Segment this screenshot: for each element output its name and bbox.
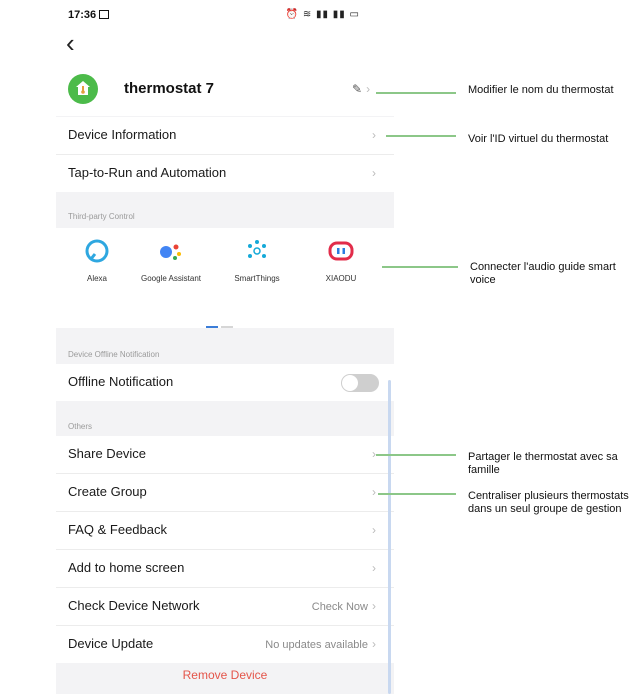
update-status-value: No updates available	[265, 639, 368, 651]
annotation-audio-guide: Connecter l'audio guide smart voice	[470, 261, 616, 286]
remove-device-button[interactable]: Remove Device	[56, 668, 394, 682]
annotation-line-virtual-id	[386, 135, 456, 137]
xiaodu-label: XIAODU	[325, 274, 357, 283]
smartthings-icon	[248, 240, 266, 258]
chevron-right-icon: ›	[372, 485, 376, 499]
house-icon	[76, 81, 90, 95]
offline-section-label: Device Offline Notification	[68, 350, 160, 359]
add-home-screen-row[interactable]: Add to home screen ›	[56, 550, 394, 587]
annotation-line-share	[376, 454, 456, 456]
offline-notification-label: Offline Notification	[68, 374, 174, 389]
chevron-right-icon: ›	[372, 128, 376, 142]
scrollbar[interactable]	[388, 380, 391, 694]
share-device-row[interactable]: Share Device ›	[56, 436, 394, 473]
alexa-icon	[85, 239, 109, 263]
others-section-label: Others	[68, 422, 93, 431]
device-header: thermostat 7 ✎ ›	[56, 68, 394, 116]
xiaodu-item[interactable]: XIAODU	[306, 238, 376, 284]
pencil-icon: ✎	[352, 82, 363, 96]
third-party-section-label: Third-party Control	[68, 212, 135, 221]
chevron-right-icon: ›	[372, 637, 376, 651]
back-icon[interactable]: ‹	[66, 30, 75, 56]
annotation-line-audio-guide	[382, 266, 458, 268]
annotation-line-rename	[376, 92, 456, 94]
status-icons: ⏰ ≋ ▮▮ ▮▮ ▭	[285, 9, 360, 20]
device-update-label: Device Update	[68, 636, 154, 651]
alexa-label: Alexa	[86, 274, 107, 283]
create-group-label: Create Group	[68, 484, 147, 499]
offline-notification-toggle[interactable]	[341, 374, 379, 392]
annotation-rename: Modifier le nom du thermostat	[468, 84, 614, 96]
offline-notification-row: Offline Notification	[56, 364, 394, 401]
device-update-row[interactable]: Device Update No updates available ›	[56, 626, 394, 663]
thermostat-icon	[68, 74, 98, 104]
edit-name-button[interactable]: ✎ ›	[352, 82, 370, 96]
faq-feedback-row[interactable]: FAQ & Feedback ›	[56, 512, 394, 549]
annotation-group: Centraliser plusieurs thermostats dans u…	[468, 490, 629, 515]
third-party-panel: Alexa Google Assistant SmartThings XIAOD…	[56, 228, 394, 328]
chevron-right-icon: ›	[372, 166, 376, 180]
phone-screen: 17:36 ⏰ ≋ ▮▮ ▮▮ ▭ ‹ thermostat 7 ✎ › Devi…	[56, 0, 394, 694]
chevron-right-icon: ›	[372, 561, 376, 575]
tap-to-run-label: Tap-to-Run and Automation	[68, 165, 227, 180]
tap-to-run-row[interactable]: Tap-to-Run and Automation ›	[56, 155, 394, 192]
check-network-row[interactable]: Check Device Network Check Now ›	[56, 588, 394, 625]
create-group-row[interactable]: Create Group ›	[56, 474, 394, 511]
alexa-item[interactable]: Alexa	[62, 238, 132, 284]
annotation-share: Partager le thermostat avec sa famille	[468, 451, 618, 476]
device-information-label: Device Information	[68, 127, 177, 142]
smartthings-label: SmartThings	[234, 274, 280, 283]
google-assistant-item[interactable]: Google Assistant	[136, 238, 206, 284]
toggle-knob	[342, 375, 358, 391]
notification-icon	[99, 10, 110, 19]
xiaodu-icon	[328, 241, 354, 261]
page-dot-active	[206, 326, 218, 328]
device-name: thermostat 7	[124, 80, 215, 97]
device-information-row[interactable]: Device Information ›	[56, 117, 394, 154]
page-dot	[221, 326, 233, 328]
add-home-screen-label: Add to home screen	[68, 560, 185, 575]
google-assistant-label: Google Assistant	[140, 274, 202, 283]
google-assistant-icon	[160, 244, 181, 260]
status-bar: 17:36 ⏰ ≋ ▮▮ ▮▮ ▭	[56, 0, 394, 30]
smartthings-item[interactable]: SmartThings	[222, 238, 292, 284]
page-indicator	[206, 315, 236, 333]
annotation-line-group	[378, 493, 456, 495]
chevron-right-icon: ›	[372, 523, 376, 537]
check-network-label: Check Device Network	[68, 598, 200, 613]
check-now-value: Check Now	[311, 601, 368, 613]
status-time: 17:36	[68, 9, 110, 21]
chevron-right-icon: ›	[372, 599, 376, 613]
faq-feedback-label: FAQ & Feedback	[68, 522, 167, 537]
nav-bar: ‹	[56, 30, 394, 68]
chevron-right-icon: ›	[366, 82, 371, 96]
annotation-virtual-id: Voir l'ID virtuel du thermostat	[468, 133, 609, 145]
share-device-label: Share Device	[68, 446, 147, 461]
